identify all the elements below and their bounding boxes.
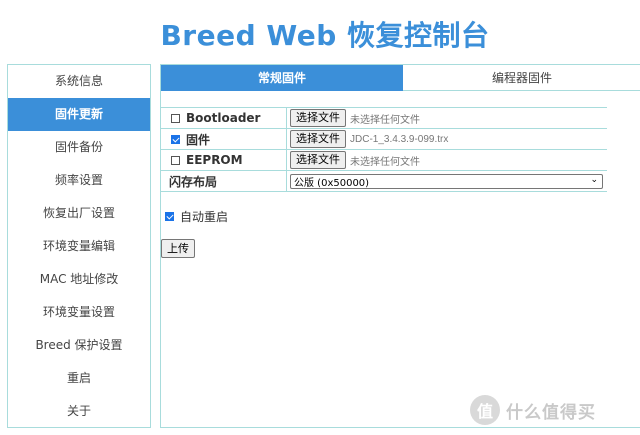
- sidebar-item-env-settings[interactable]: 环境变量设置: [8, 296, 150, 329]
- eeprom-label: EEPROM: [186, 153, 243, 167]
- sidebar-item-firmware-backup[interactable]: 固件备份: [8, 131, 150, 164]
- eeprom-row: EEPROM 选择文件 未选择任何文件: [161, 149, 607, 171]
- flash-layout-label: 闪存布局: [161, 170, 287, 192]
- watermark-logo-icon: 值: [470, 395, 500, 425]
- firmware-choose-file-button[interactable]: 选择文件: [290, 130, 346, 148]
- sidebar-item-factory-reset[interactable]: 恢复出厂设置: [8, 197, 150, 230]
- watermark-text: 什么值得买: [506, 402, 596, 423]
- eeprom-file-field: 选择文件 未选择任何文件: [287, 150, 607, 171]
- auto-reboot-checkbox[interactable]: [165, 212, 174, 221]
- bootloader-label-cell: Bootloader: [161, 107, 287, 129]
- tab-regular-firmware[interactable]: 常规固件: [161, 65, 403, 91]
- bootloader-checkbox[interactable]: [171, 113, 180, 123]
- auto-reboot-label: 自动重启: [180, 210, 229, 224]
- bootloader-row: Bootloader 选择文件 未选择任何文件: [161, 107, 607, 129]
- eeprom-label-cell: EEPROM: [161, 149, 287, 171]
- main-panel: 常规固件 编程器固件 Bootloader 选择文件 未选择任何文件 固件 选择…: [160, 64, 640, 428]
- page-title: Breed Web 恢复控制台: [160, 19, 490, 52]
- chevron-down-icon: ⌄: [590, 174, 598, 185]
- firmware-form: Bootloader 选择文件 未选择任何文件 固件 选择文件 JDC-1_3.…: [161, 107, 607, 192]
- flash-layout-select[interactable]: 公版 (0x50000) ⌄: [290, 173, 603, 189]
- firmware-label: 固件: [186, 132, 211, 147]
- firmware-label-cell: 固件: [161, 128, 287, 150]
- tab-programmer-firmware[interactable]: 编程器固件: [403, 65, 640, 91]
- sidebar-item-reboot[interactable]: 重启: [8, 362, 150, 395]
- sidebar-item-env-edit[interactable]: 环境变量编辑: [8, 230, 150, 263]
- sidebar: 系统信息 固件更新 固件备份 频率设置 恢复出厂设置 环境变量编辑 MAC 地址…: [7, 64, 151, 428]
- auto-reboot-option[interactable]: 自动重启: [165, 208, 228, 225]
- bootloader-choose-file-button[interactable]: 选择文件: [290, 109, 346, 127]
- sidebar-item-about[interactable]: 关于: [8, 395, 150, 428]
- flash-layout-row: 闪存布局 公版 (0x50000) ⌄: [161, 170, 607, 192]
- firmware-file-name: JDC-1_3.4.3.9-099.trx: [350, 133, 449, 145]
- eeprom-file-name: 未选择任何文件: [350, 156, 420, 168]
- tab-bar: 常规固件 编程器固件: [161, 65, 640, 91]
- sidebar-item-breed-protect[interactable]: Breed 保护设置: [8, 329, 150, 362]
- flash-layout-field: 公版 (0x50000) ⌄: [287, 171, 607, 192]
- eeprom-choose-file-button[interactable]: 选择文件: [290, 151, 346, 169]
- bootloader-file-name: 未选择任何文件: [350, 114, 420, 126]
- sidebar-item-frequency[interactable]: 频率设置: [8, 164, 150, 197]
- firmware-checkbox[interactable]: [171, 134, 180, 144]
- flash-layout-selected-value: 公版 (0x50000): [294, 177, 370, 189]
- eeprom-checkbox[interactable]: [171, 155, 180, 165]
- upload-button[interactable]: 上传: [161, 239, 195, 258]
- bootloader-label: Bootloader: [186, 111, 261, 125]
- bootloader-file-field: 选择文件 未选择任何文件: [287, 108, 607, 129]
- sidebar-item-firmware-update[interactable]: 固件更新: [8, 98, 150, 131]
- sidebar-item-mac[interactable]: MAC 地址修改: [8, 263, 150, 296]
- watermark: 值 什么值得买: [470, 392, 640, 428]
- firmware-row: 固件 选择文件 JDC-1_3.4.3.9-099.trx: [161, 128, 607, 150]
- sidebar-item-system-info[interactable]: 系统信息: [8, 65, 150, 98]
- firmware-file-field: 选择文件 JDC-1_3.4.3.9-099.trx: [287, 129, 607, 150]
